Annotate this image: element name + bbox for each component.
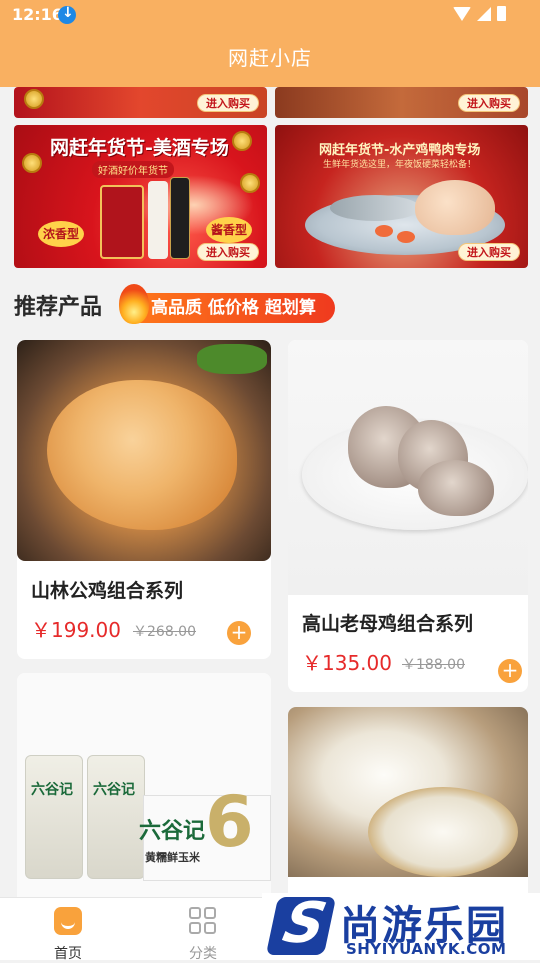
banner-poultry-subtitle: 生鲜年货选这里，年夜饭硬菜轻松备！	[323, 160, 477, 170]
page-title: 网赶小店	[228, 46, 312, 70]
coin-icon	[24, 89, 44, 109]
watermark-logo-icon	[265, 897, 337, 955]
main-content[interactable]: 进入购买 进入购买 网赶年货节-美酒专场 好酒好价年货节 浓香型 酱香型 进入购…	[0, 87, 540, 897]
app-header: 网赶小店	[0, 30, 540, 87]
watermark-url: SHYIYUANYK.COM	[346, 940, 507, 958]
banner-poultry[interactable]: 网赶年货节-水产鸡鸭肉专场 生鲜年货选这里，年夜饭硬菜轻松备！ 进入购买	[275, 125, 528, 268]
buy-button-wine[interactable]: 进入购买	[197, 243, 259, 261]
wifi-icon	[453, 6, 471, 21]
chicken-image	[418, 460, 494, 516]
wine-bottle-black-image	[170, 177, 190, 259]
buy-button-poultry[interactable]: 进入购买	[458, 243, 520, 261]
shrimp-image	[375, 225, 393, 237]
banner-wine-title: 网赶年货节-美酒专场	[50, 137, 229, 159]
rice-basket-image	[368, 787, 518, 877]
product-image-hen[interactable]	[288, 340, 528, 595]
chicken-image	[415, 180, 495, 235]
product-name: 高山老母鸡组合系列	[302, 613, 474, 635]
brand-label-box: 六谷记	[139, 819, 206, 844]
product-price: ￥135.00	[302, 651, 392, 675]
buy-button-top-right[interactable]: 进入购买	[458, 94, 520, 112]
chicken-image	[47, 380, 237, 530]
brand-label: 六谷记	[31, 782, 73, 798]
nav-label-home: 首页	[54, 946, 82, 962]
package-image	[25, 755, 83, 879]
home-icon	[54, 907, 82, 935]
status-icons	[453, 6, 506, 21]
brand-label: 六谷记	[93, 782, 135, 798]
nav-item-category[interactable]: 分类	[163, 898, 243, 962]
product-old-price: ￥268.00	[133, 624, 196, 640]
add-to-cart-button[interactable]: +	[498, 659, 522, 683]
add-to-cart-button[interactable]: +	[227, 621, 251, 645]
stamp-jiangxiang: 酱香型	[206, 217, 252, 243]
download-icon	[58, 5, 76, 24]
nav-item-home[interactable]: 首页	[28, 898, 108, 962]
coin-icon	[22, 153, 42, 173]
category-grid-icon	[189, 907, 217, 935]
product-name: 山林公鸡组合系列	[31, 580, 184, 602]
fire-icon	[119, 284, 149, 324]
stamp-nongxiang: 浓香型	[38, 221, 84, 247]
section-title-recommend: 推荐产品	[14, 295, 103, 320]
product-price: ￥199.00	[31, 618, 121, 642]
coin-icon	[232, 131, 252, 151]
banner-top-right[interactable]: 进入购买	[275, 87, 528, 118]
banner-wine[interactable]: 网赶年货节-美酒专场 好酒好价年货节 浓香型 酱香型 进入购买	[14, 125, 267, 268]
promo-tag: 高品质 低价格 超划算	[123, 293, 335, 323]
banner-top-left[interactable]: 进入购买	[14, 87, 267, 118]
product-card-4[interactable]	[288, 707, 528, 897]
status-bar: 12:16	[0, 0, 540, 30]
nav-label-category: 分类	[189, 946, 217, 962]
battery-icon	[497, 6, 506, 21]
logo-six: 6	[205, 781, 254, 863]
signal-icon	[477, 6, 491, 21]
product-card-2[interactable]: 高山老母鸡组合系列 ￥135.00 ￥188.00 +	[288, 340, 528, 692]
product-old-price: ￥188.00	[402, 657, 465, 673]
wine-box-image	[100, 185, 144, 259]
product-card-1[interactable]: 山林公鸡组合系列 ￥199.00 ￥268.00 +	[17, 340, 271, 659]
package-image	[87, 755, 145, 879]
product-card-3[interactable]: 六谷记 六谷记 6 六谷记 黄糯鲜玉米	[17, 673, 271, 897]
product-image-corn[interactable]: 六谷记 六谷记 6 六谷记 黄糯鲜玉米	[17, 673, 271, 897]
fish-image	[330, 195, 420, 221]
brand-sub-label: 黄糯鲜玉米	[145, 851, 200, 864]
banner-poultry-title: 网赶年货节-水产鸡鸭肉专场	[319, 143, 481, 158]
wine-bottle-white-image	[148, 181, 168, 259]
banner-wine-subtitle: 好酒好价年货节	[92, 161, 174, 178]
watermark: 尚游乐园 SHYIYUANYK.COM	[262, 893, 540, 960]
product-image-rooster[interactable]	[17, 340, 271, 561]
buy-button-top-left[interactable]: 进入购买	[197, 94, 259, 112]
shrimp-image	[397, 231, 415, 243]
pepper-image	[197, 344, 267, 374]
product-image-rice[interactable]	[288, 707, 528, 877]
status-time: 12:16	[12, 5, 63, 24]
